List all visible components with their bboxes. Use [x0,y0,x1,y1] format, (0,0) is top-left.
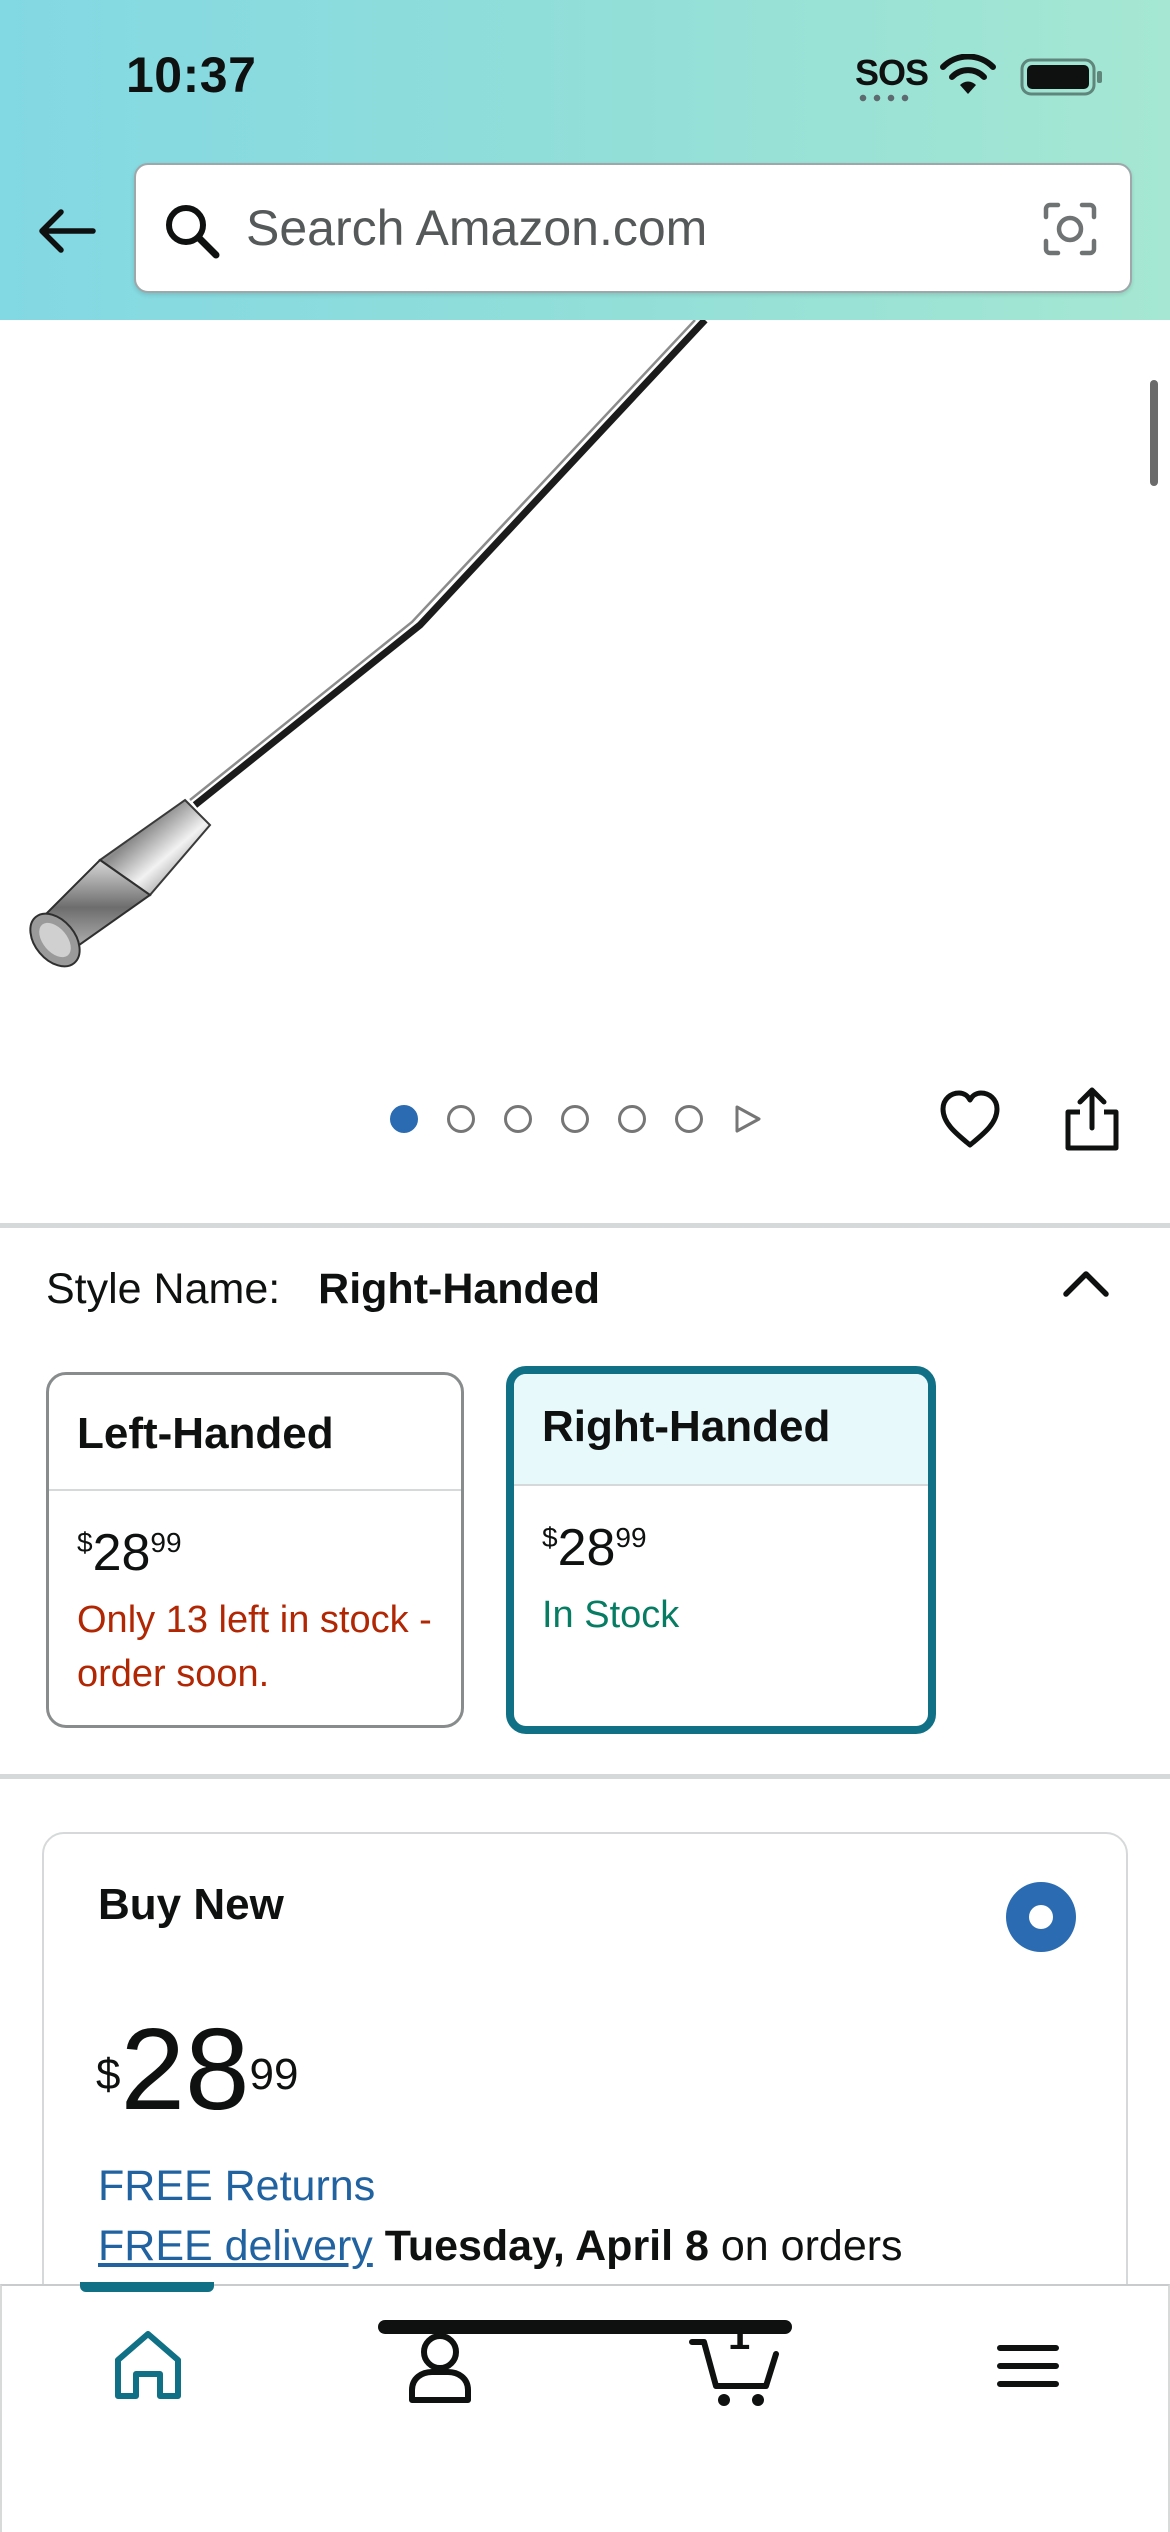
price-cents: 99 [150,1527,182,1558]
price-whole: 28 [120,2004,250,2134]
app-header: 10:37 SOS [0,0,1170,320]
buy-new-title: Buy New [98,1880,284,1929]
free-delivery-link[interactable]: FREE delivery [98,2222,373,2270]
product-photo [29,320,708,968]
stock-status: In Stock [542,1594,680,1636]
price-whole: 28 [92,1524,151,1582]
buy-new-radio[interactable] [1006,1882,1076,1952]
style-option-right-handed[interactable]: Right-Handed $2899 In Stock [506,1366,936,1734]
free-returns-link[interactable]: FREE Returns [98,2162,375,2211]
price-cents: 99 [615,1522,647,1553]
section-divider [0,1774,1170,1779]
chevron-up-icon[interactable] [1058,1264,1114,1304]
price-cents: 99 [249,2050,299,2099]
style-option-price: $2899 [514,1486,928,1578]
delivery-info: FREE delivery Tuesday, April 8 on orders [98,2222,903,2271]
currency-symbol: $ [96,2050,121,2099]
style-option-price: $2899 [49,1491,461,1583]
delivery-suffix: on orders [720,2222,903,2270]
search-icon [166,205,220,259]
currency-symbol: $ [542,1522,558,1553]
heart-icon[interactable] [938,1088,1002,1150]
carousel-dot[interactable] [675,1105,703,1133]
battery-icon [1020,58,1102,96]
share-icon[interactable] [1060,1084,1124,1152]
person-icon[interactable] [398,2324,482,2408]
carousel-dot[interactable] [561,1105,589,1133]
sos-label: SOS [855,52,929,93]
price-whole: 28 [557,1519,616,1577]
style-selected-value: Right-Handed [318,1265,601,1313]
product-image[interactable] [0,320,1170,1110]
search-input[interactable] [246,165,1046,291]
arrow-left-icon [39,209,96,253]
buy-new-price: $2899 [96,2004,298,2134]
delivery-date: Tuesday, April 8 [384,2222,709,2270]
scroll-indicator[interactable] [1150,380,1158,486]
carousel-dot[interactable] [618,1105,646,1133]
status-time: 10:37 [126,47,257,103]
carousel-dot[interactable] [504,1105,532,1133]
image-carousel-dots[interactable] [390,1104,762,1134]
wifi-icon [940,54,996,94]
currency-symbol: $ [77,1527,93,1558]
search-bar[interactable] [134,163,1132,293]
home-icon[interactable] [106,2324,190,2408]
style-label: Style Name: [46,1265,281,1313]
play-icon[interactable] [732,1104,762,1134]
style-option-name: Left-Handed [49,1375,461,1491]
cart-button[interactable]: 1 [686,2314,786,2408]
nav-active-indicator [80,2282,214,2292]
carousel-dot[interactable] [447,1105,475,1133]
sos-signal-dots [856,94,912,102]
home-indicator [378,2320,792,2334]
style-option-name: Right-Handed [514,1374,928,1486]
section-divider [0,1223,1170,1228]
stock-status: Only 13 left in stock - order soon. [77,1599,432,1695]
back-button[interactable] [32,196,102,266]
style-option-left-handed[interactable]: Left-Handed $2899 Only 13 left in stock … [46,1372,464,1728]
hamburger-menu-icon[interactable] [986,2324,1070,2408]
style-name-row: Style Name: Right-Handed [46,1265,600,1314]
camera-lens-icon[interactable] [1040,199,1100,259]
carousel-dot[interactable] [390,1105,418,1133]
